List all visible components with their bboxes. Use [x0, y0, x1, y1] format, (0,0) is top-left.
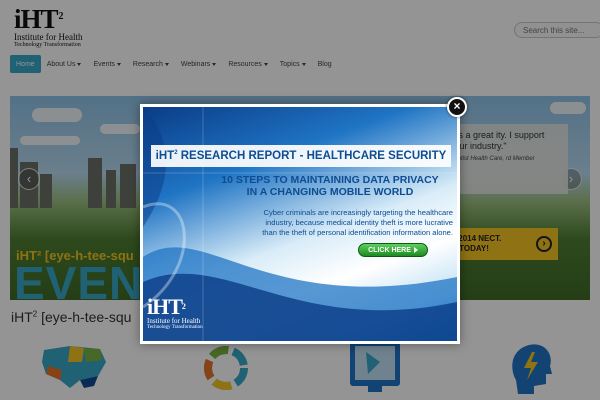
- modal-logo-line1: Institute for Health: [147, 317, 201, 325]
- modal-close-button[interactable]: ×: [447, 97, 467, 117]
- report-title: iHT2 RESEARCH REPORT - HEALTHCARE SECURI…: [155, 150, 447, 162]
- headline-line: IN A CHANGING MOBILE WORLD: [246, 186, 414, 198]
- click-here-button[interactable]: CLICK HERE: [358, 243, 428, 257]
- report-title-bar: iHT2 RESEARCH REPORT - HEALTHCARE SECURI…: [151, 145, 451, 167]
- modal-logo-line2: Technology Transformation: [147, 325, 203, 330]
- close-icon: ×: [453, 99, 461, 113]
- description-line: Cyber criminals are increasingly targeti…: [263, 208, 453, 217]
- report-description: Cyber criminals are increasingly targeti…: [209, 208, 453, 237]
- report-headline: 10 STEPS TO MAINTAINING DATA PRIVACY IN …: [211, 174, 449, 198]
- description-line: than the theft of personal identificatio…: [262, 227, 453, 237]
- headline-line: 10 STEPS TO MAINTAINING DATA PRIVACY: [221, 174, 439, 186]
- modal-content: iHT2 RESEARCH REPORT - HEALTHCARE SECURI…: [143, 107, 457, 341]
- play-arrow-icon: [413, 247, 418, 253]
- research-report-modal: iHT2 RESEARCH REPORT - HEALTHCARE SECURI…: [140, 104, 460, 344]
- description-line: industry, because medical identity theft…: [265, 217, 453, 227]
- modal-logo-mark: iHT2: [147, 294, 186, 319]
- modal-logo: iHT2 Institute for Health Technology Tra…: [147, 294, 203, 331]
- button-label: CLICK HERE: [368, 246, 411, 254]
